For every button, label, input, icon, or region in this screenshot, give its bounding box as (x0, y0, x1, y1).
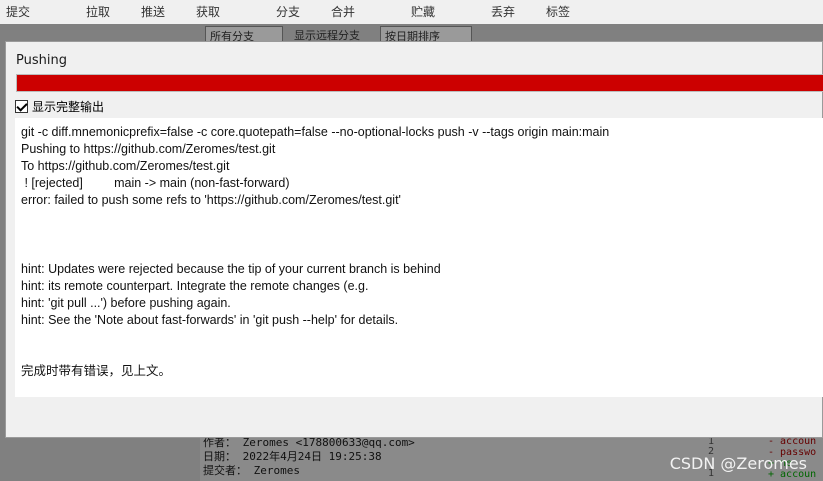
show-full-output-toggle[interactable]: 显示完整输出 (15, 98, 104, 114)
commit-details-panel: 作者： Zeromes <178800633@qq.com> 日期： 2022年… (200, 436, 660, 481)
output-line: git -c diff.mnemonicprefix=false -c core… (21, 125, 610, 139)
toolbar-discard-button[interactable]: 丢弃 (491, 3, 515, 20)
output-line: hint: Updates were rejected because the … (21, 261, 441, 276)
toolbar-pull-button[interactable]: 拉取 (86, 3, 110, 20)
commit-author: 作者： Zeromes <178800633@qq.com> (203, 436, 415, 449)
output-line: ! [rejected] main -> main (non-fast-forw… (21, 176, 290, 191)
show-full-output-checkbox[interactable] (15, 99, 28, 113)
output-line: Pushing to https://github.com/Zeromes/te… (21, 142, 276, 157)
output-line: error: failed to push some refs to 'http… (21, 193, 401, 208)
csdn-watermark: CSDN @Zeromes (669, 454, 807, 473)
output-line: hint: its remote counterpart. Integrate … (21, 278, 369, 293)
push-progress-dialog: Pushing 显示完整输出 git -c diff.mnemonicprefi… (5, 41, 823, 438)
toolbar-commit-button[interactable]: 提交 (6, 3, 30, 20)
toolbar-push-button[interactable]: 推送 (141, 3, 165, 20)
toolbar-fetch-button[interactable]: 获取 (196, 3, 220, 20)
output-line: hint: See the 'Note about fast-forwards'… (21, 313, 399, 328)
output-line: 完成时带有错误，见上文。 (21, 364, 172, 379)
show-full-output-label: 显示完整输出 (32, 99, 105, 114)
toolbar-merge-button[interactable]: 合并 (331, 3, 355, 20)
dialog-title: Pushing (16, 53, 67, 68)
output-line: To https://github.com/Zeromes/test.git (21, 159, 230, 174)
progress-fill (17, 75, 823, 91)
commit-committer: 提交者： Zeromes (203, 464, 300, 477)
main-toolbar: 提交 拉取 推送 获取 分支 合并 贮藏 丢弃 标签 (0, 0, 823, 24)
toolbar-stash-button[interactable]: 贮藏 (411, 3, 435, 20)
commit-date: 日期： 2022年4月24日 19:25:38 (203, 450, 382, 463)
push-progress-bar (16, 74, 823, 92)
command-output-log: git -c diff.mnemonicprefix=false -c core… (15, 118, 823, 397)
toolbar-branch-button[interactable]: 分支 (276, 3, 300, 20)
toolbar-tag-button[interactable]: 标签 (546, 3, 570, 20)
output-line: hint: 'git pull ...') before pushing aga… (21, 295, 231, 310)
